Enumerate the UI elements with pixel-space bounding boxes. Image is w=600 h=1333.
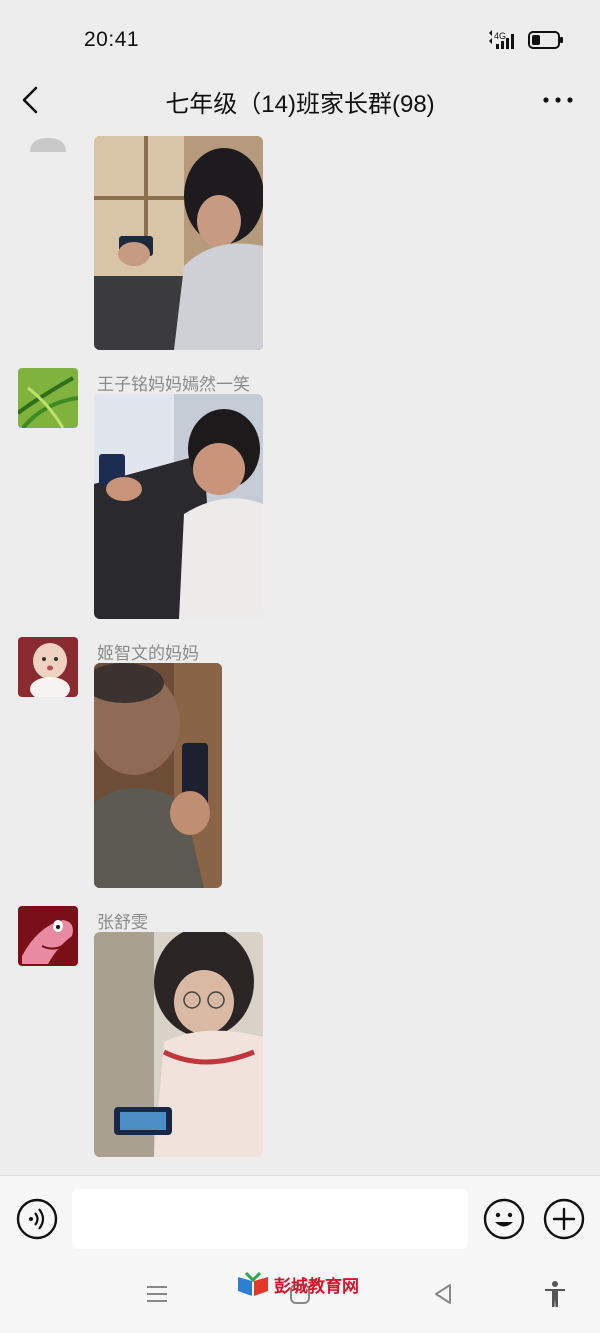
message-avatar[interactable]: [18, 368, 78, 428]
message-avatar[interactable]: [18, 637, 78, 697]
message-photo[interactable]: [94, 136, 263, 350]
input-bar: [0, 1175, 600, 1263]
message-photo[interactable]: [94, 394, 263, 619]
chat-header: 七年级（14)班家长群(98): [0, 70, 600, 132]
menu-icon[interactable]: [142, 1279, 172, 1309]
message-item: [0, 132, 600, 352]
grass-avatar-icon: [18, 368, 78, 428]
sender-name: 张舒雯: [97, 913, 148, 932]
photo-boy-with-phone: [94, 394, 263, 619]
system-nav-bar: 彭城教育网: [0, 1263, 600, 1333]
message-item: 张舒雯: [0, 906, 600, 1158]
sender-name: 姬智文的妈妈: [97, 644, 199, 663]
message-avatar[interactable]: [18, 132, 78, 152]
sender-name: 王子铭妈妈嫣然一笑: [97, 375, 250, 394]
message-list[interactable]: 王子铭妈妈嫣然一笑 姬智文的妈妈 张舒雯: [0, 132, 600, 1175]
message-item: 姬智文的妈妈: [0, 637, 600, 889]
voice-input-icon[interactable]: [16, 1198, 58, 1240]
chat-title: 七年级（14)班家长群(98): [165, 91, 435, 118]
photo-girl-with-phone: [94, 932, 263, 1157]
status-bar: 20:41 4G: [0, 0, 600, 70]
watermark-text: 彭城教育网: [274, 1276, 359, 1296]
back-arrow-icon[interactable]: [12, 80, 52, 120]
patrick-star-avatar-icon: [18, 906, 78, 966]
message-item: 王子铭妈妈嫣然一笑: [0, 368, 600, 620]
emoji-icon[interactable]: [483, 1198, 525, 1240]
more-options-icon[interactable]: [536, 84, 580, 116]
signal-4g-icon: 4G: [489, 30, 514, 49]
back-triangle-icon[interactable]: [428, 1279, 458, 1309]
photo-boy-with-phone: [94, 663, 222, 888]
message-photo[interactable]: [94, 932, 263, 1157]
watermark: 彭城教育网: [236, 1269, 359, 1299]
message-text-input[interactable]: [72, 1189, 468, 1249]
baby-avatar-icon: [18, 637, 78, 697]
svg-text:4G: 4G: [494, 31, 506, 41]
message-avatar[interactable]: [18, 906, 78, 966]
accessibility-icon[interactable]: [540, 1279, 570, 1309]
message-photo[interactable]: [94, 663, 222, 888]
status-time: 20:41: [84, 28, 140, 51]
book-logo-icon: [238, 1271, 268, 1296]
battery-icon: [528, 31, 563, 49]
photo-child-with-phone: [94, 136, 263, 350]
plus-more-icon[interactable]: [543, 1198, 585, 1240]
blank-avatar-icon: [18, 132, 78, 152]
